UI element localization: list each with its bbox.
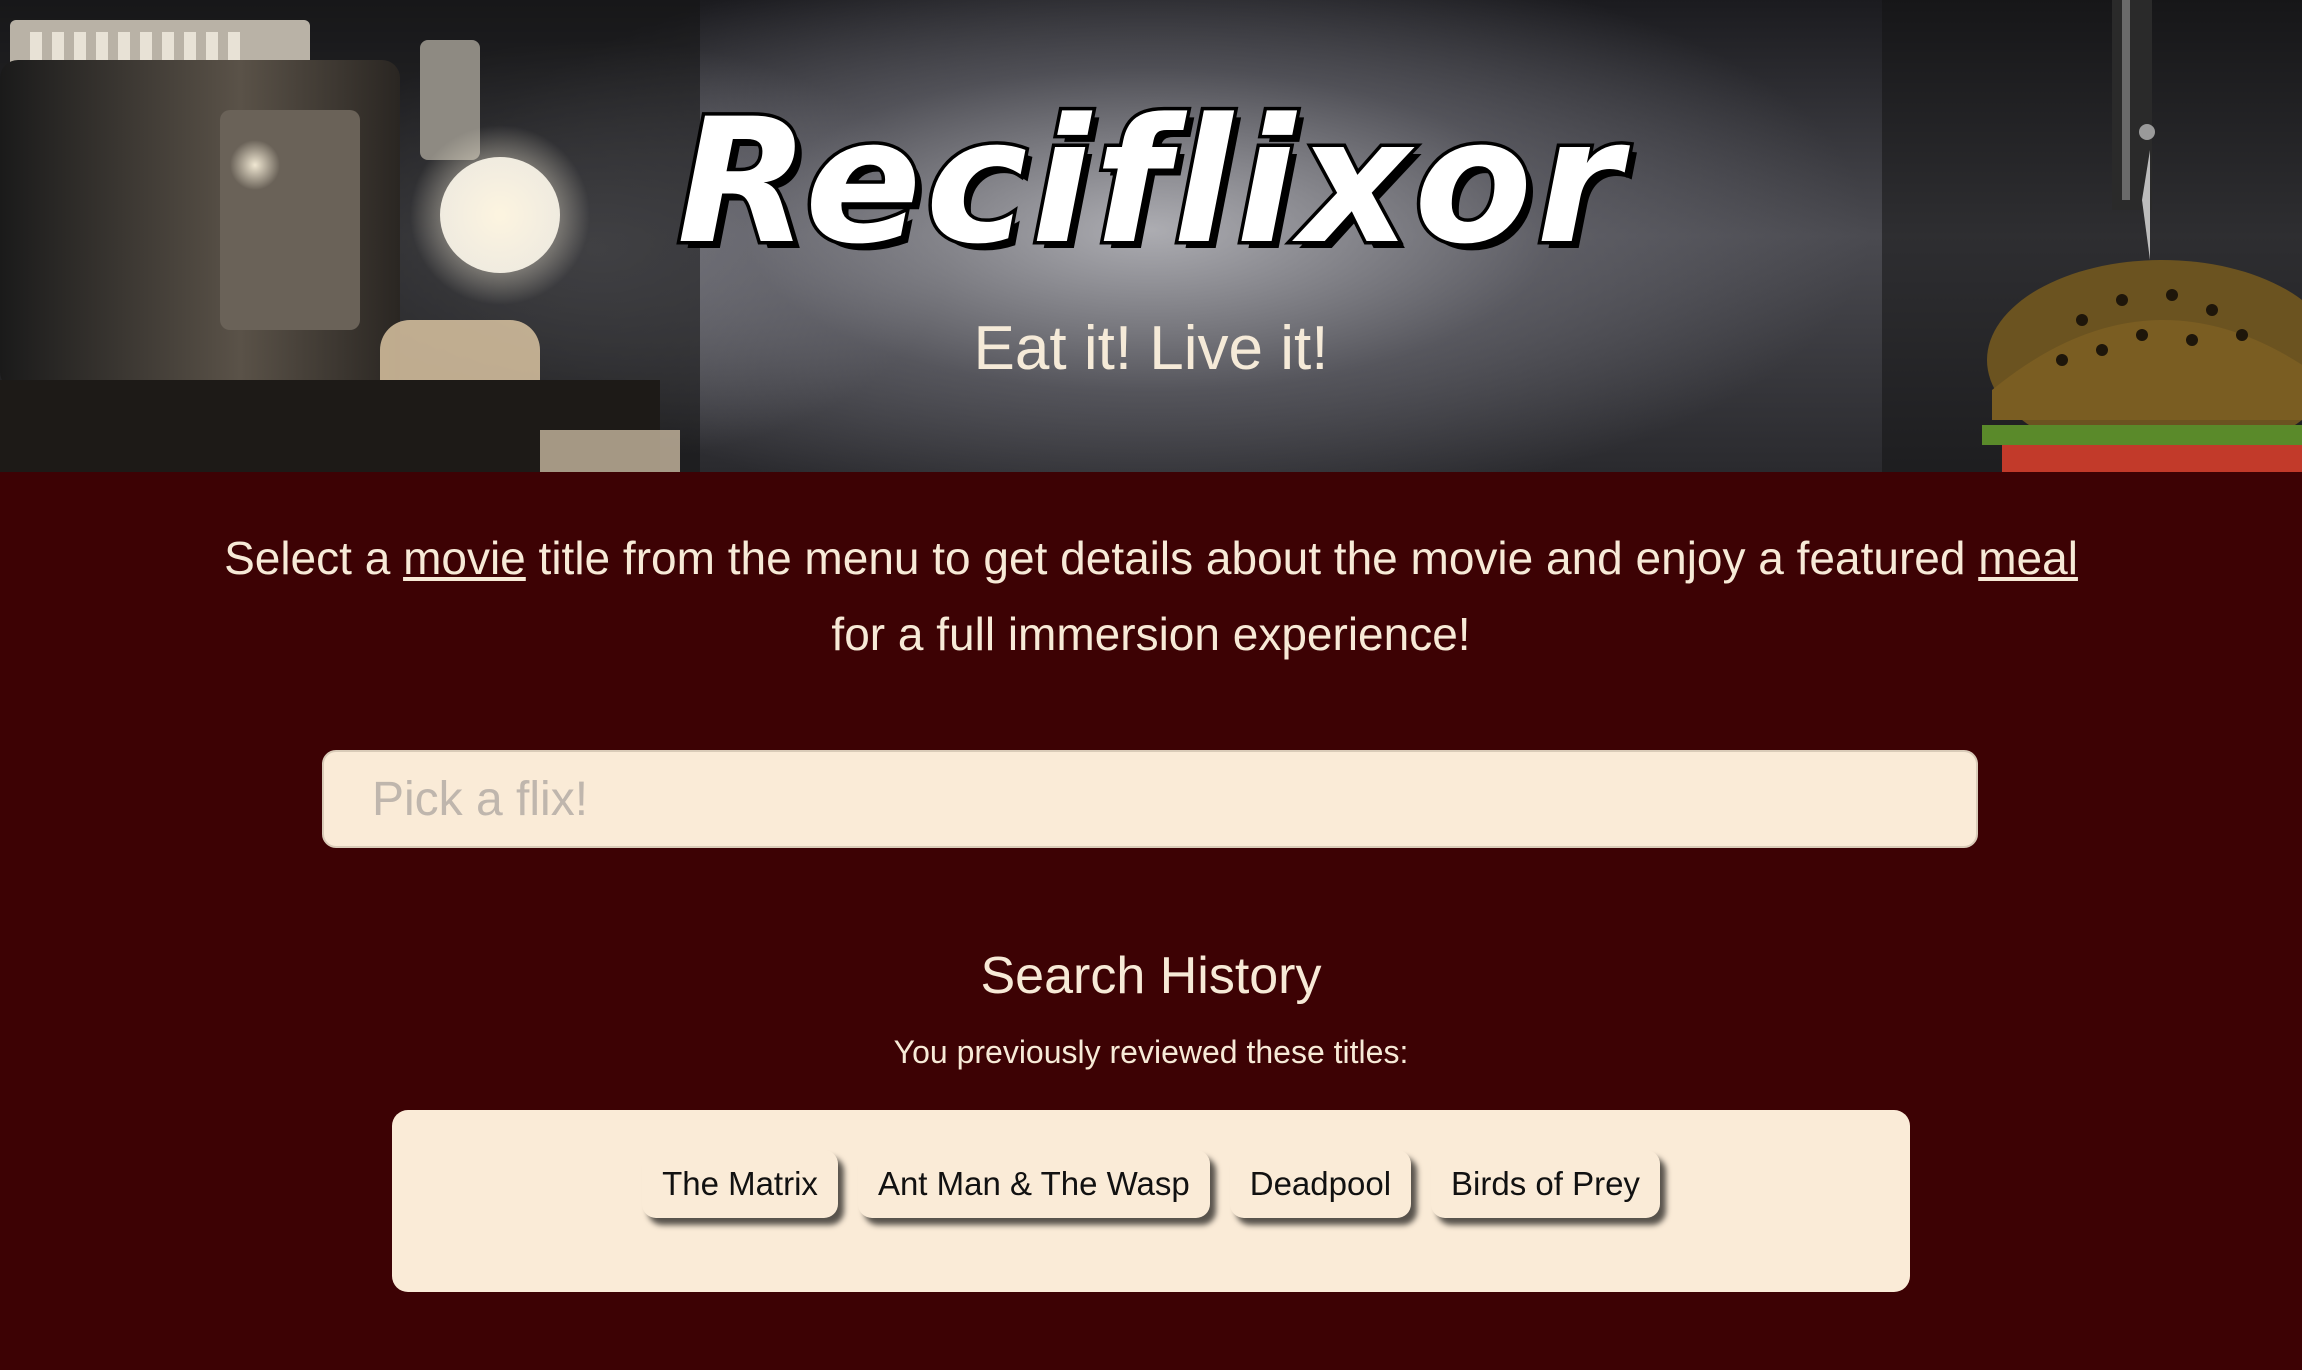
history-item-birds-of-prey[interactable]: Birds of Prey bbox=[1431, 1150, 1660, 1218]
intro-part-1: Select a bbox=[224, 532, 404, 584]
history-item-deadpool[interactable]: Deadpool bbox=[1229, 1150, 1412, 1218]
intro-part-3: for a full immersion experience! bbox=[831, 608, 1471, 660]
search-history-list: The Matrix Ant Man & The Wasp Deadpool B… bbox=[392, 1110, 1910, 1292]
movie-search-input[interactable] bbox=[322, 750, 1978, 848]
movie-link[interactable]: movie bbox=[403, 532, 526, 584]
site-tagline: Eat it! Live it! bbox=[973, 314, 1329, 383]
history-item-ant-man-the-wasp[interactable]: Ant Man & The Wasp bbox=[857, 1150, 1210, 1218]
hero-banner: Reciflixor Eat it! Live it! bbox=[0, 0, 2302, 472]
intro-text: Select a movie title from the menu to ge… bbox=[200, 520, 2102, 672]
site-title: Reciflixor bbox=[673, 81, 1626, 282]
intro-part-2: title from the menu to get details about… bbox=[525, 532, 1979, 584]
search-history-subtitle: You previously reviewed these titles: bbox=[893, 1034, 1409, 1070]
search-history-title: Search History bbox=[980, 947, 1322, 1005]
history-item-the-matrix[interactable]: The Matrix bbox=[642, 1150, 838, 1218]
meal-link[interactable]: meal bbox=[1978, 532, 2078, 584]
